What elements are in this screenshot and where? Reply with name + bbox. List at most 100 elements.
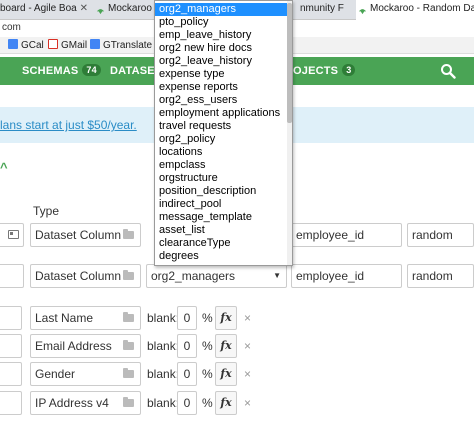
dropdown-option[interactable]: travel requests (155, 120, 288, 133)
dropdown-option[interactable]: asset_list (155, 224, 288, 237)
folder-icon (123, 270, 134, 280)
dropdown-option[interactable]: locations (155, 146, 288, 159)
remove-field-icon[interactable]: × (244, 362, 251, 386)
dropdown-option[interactable]: clearanceType (155, 237, 288, 250)
type-value: Dataset Column (35, 269, 122, 283)
remove-field-icon[interactable]: × (244, 391, 251, 415)
dropdown-option[interactable]: expense type (155, 68, 288, 81)
mockaroo-icon (358, 4, 367, 14)
formula-button[interactable]: fx (215, 362, 237, 386)
folder-icon (123, 368, 134, 378)
dropdown-option[interactable]: message_template (155, 211, 288, 224)
column-value: employee_id (296, 269, 365, 283)
pricing-link[interactable]: lans start at just $50/year. (0, 118, 137, 132)
dataset-select[interactable]: org2_managers ▼ (146, 264, 287, 288)
nav-label: OJECTS (293, 65, 339, 77)
blank-label: blank: (147, 367, 180, 381)
folder-icon (123, 340, 134, 350)
dropdown-option[interactable]: indirect_pool (155, 198, 288, 211)
dropdown-scrollbar[interactable] (287, 1, 292, 265)
dropdown-option[interactable]: pto_policy (155, 16, 288, 29)
tab-label: nmunity F (300, 3, 344, 14)
nav-schemas[interactable]: SCHEMAS 74 (22, 57, 101, 85)
browser-tab[interactable]: nmunity F (300, 0, 352, 20)
mockaroo-icon (96, 4, 105, 14)
blank-percent-input[interactable]: 0 (177, 391, 197, 415)
tab-label: Mockaroo (108, 3, 152, 14)
selection-select[interactable]: random (407, 264, 474, 288)
dropdown-option[interactable]: empclass (155, 159, 288, 172)
type-selector[interactable]: Gender (30, 362, 141, 386)
selection-value: random (412, 228, 453, 242)
scrollbar-thumb[interactable] (287, 3, 292, 123)
type-column-header: Type (33, 204, 60, 218)
type-selector[interactable]: Last Name (30, 306, 141, 330)
type-selector[interactable]: Dataset Column (30, 223, 141, 247)
type-value: Dataset Column (35, 228, 122, 242)
blank-label: blank: (147, 311, 180, 325)
percent-sign: % (202, 311, 213, 325)
percent-sign: % (202, 396, 213, 410)
formula-button[interactable]: fx (215, 391, 237, 415)
card-icon[interactable] (8, 230, 19, 239)
type-value: Last Name (35, 311, 94, 325)
bookmark-label: GTranslate (103, 40, 153, 51)
calendar-icon (8, 39, 18, 49)
column-select[interactable]: employee_id (291, 264, 402, 288)
field-name-input[interactable] (0, 306, 22, 330)
dropdown-option[interactable]: employment applications (155, 107, 288, 120)
address-text: com (2, 22, 21, 33)
dropdown-option[interactable]: position_description (155, 185, 288, 198)
blank-percent-input[interactable]: 0 (177, 334, 197, 358)
field-name-input[interactable] (0, 264, 24, 288)
bookmark-gmail[interactable]: GMail (48, 38, 87, 54)
nav-projects[interactable]: OJECTS 3 (293, 57, 356, 85)
dropdown-option[interactable]: emp_leave_history (155, 29, 288, 42)
dropdown-option[interactable]: org2_policy (155, 133, 288, 146)
translate-icon (90, 39, 100, 49)
column-select[interactable]: employee_id (291, 223, 402, 247)
type-selector[interactable]: IP Address v4 (30, 391, 141, 415)
field-name-input[interactable] (0, 334, 22, 358)
bookmark-label: GCal (21, 40, 44, 51)
count-badge: 74 (82, 64, 101, 76)
count-badge: 3 (342, 64, 356, 76)
selection-select[interactable]: random (407, 223, 474, 247)
bookmark-gtranslate[interactable]: GTranslate (90, 38, 152, 54)
dropdown-option[interactable]: degrees (155, 250, 288, 263)
dropdown-option[interactable]: orgstructure (155, 172, 288, 185)
dropdown-option[interactable]: org2_leave_history (155, 55, 288, 68)
blank-label: blank: (147, 339, 180, 353)
percent-sign: % (202, 367, 213, 381)
browser-tab[interactable]: board - Agile Boa ✕ (0, 0, 92, 20)
dropdown-option[interactable]: org2 new hire docs (155, 42, 288, 55)
remove-field-icon[interactable]: × (244, 306, 251, 330)
column-value: employee_id (296, 228, 365, 242)
search-icon[interactable] (440, 63, 456, 79)
browser-tab-active[interactable]: Mockaroo - Random Dat (356, 0, 474, 20)
percent-sign: % (202, 339, 213, 353)
collapse-caret-icon[interactable]: ^ (0, 160, 8, 175)
blank-percent-input[interactable]: 0 (177, 362, 197, 386)
type-value: Gender (35, 367, 76, 381)
field-name-input[interactable] (0, 362, 22, 386)
type-selector[interactable]: Email Address (30, 334, 141, 358)
dataset-dropdown-list[interactable]: org2_managers pto_policy emp_leave_histo… (154, 0, 293, 266)
type-value: Email Address (35, 339, 112, 353)
bookmark-gcal[interactable]: GCal (8, 38, 44, 54)
remove-field-icon[interactable]: × (244, 334, 251, 358)
formula-button[interactable]: fx (215, 334, 237, 358)
field-name-input[interactable] (0, 391, 22, 415)
folder-icon (123, 397, 134, 407)
dropdown-option[interactable]: org2_ess_users (155, 94, 288, 107)
dropdown-option[interactable]: expense reports (155, 81, 288, 94)
blank-label: blank: (147, 396, 180, 410)
dropdown-option-selected[interactable]: org2_managers (155, 3, 288, 16)
field-name-input[interactable] (0, 223, 24, 247)
close-icon[interactable]: ✕ (80, 0, 88, 18)
nav-label: SCHEMAS (22, 65, 79, 77)
type-selector[interactable]: Dataset Column (30, 264, 141, 288)
formula-button[interactable]: fx (215, 306, 237, 330)
tab-label: Mockaroo - Random Dat (370, 3, 474, 14)
blank-percent-input[interactable]: 0 (177, 306, 197, 330)
